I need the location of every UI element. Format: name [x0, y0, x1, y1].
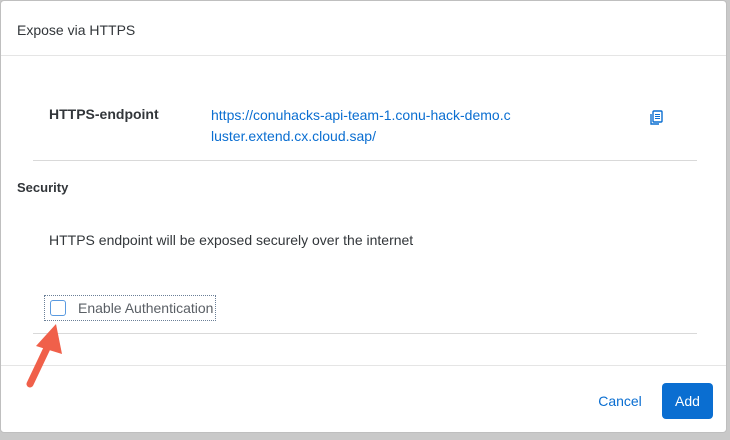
expose-https-dialog: Expose via HTTPS HTTPS-endpoint https://… — [0, 0, 727, 433]
footer-divider — [1, 365, 726, 366]
endpoint-label: HTTPS-endpoint — [49, 106, 159, 122]
security-section-label: Security — [17, 180, 69, 195]
cancel-button[interactable]: Cancel — [587, 383, 653, 419]
endpoint-url-link[interactable]: https://conuhacks-api-team-1.conu-hack-d… — [211, 105, 511, 147]
annotation-arrow-icon — [26, 324, 62, 388]
add-button[interactable]: Add — [662, 383, 713, 419]
dialog-header: Expose via HTTPS — [1, 1, 726, 56]
enable-authentication-checkbox[interactable]: Enable Authentication — [44, 295, 216, 321]
checkbox-box[interactable] — [50, 300, 66, 316]
security-divider — [33, 333, 697, 334]
copy-icon[interactable] — [647, 109, 665, 127]
dialog-title: Expose via HTTPS — [17, 22, 136, 38]
backdrop-strip — [0, 433, 730, 440]
endpoint-divider — [33, 160, 697, 161]
enable-authentication-label: Enable Authentication — [78, 300, 214, 316]
security-description: HTTPS endpoint will be exposed securely … — [49, 232, 414, 248]
